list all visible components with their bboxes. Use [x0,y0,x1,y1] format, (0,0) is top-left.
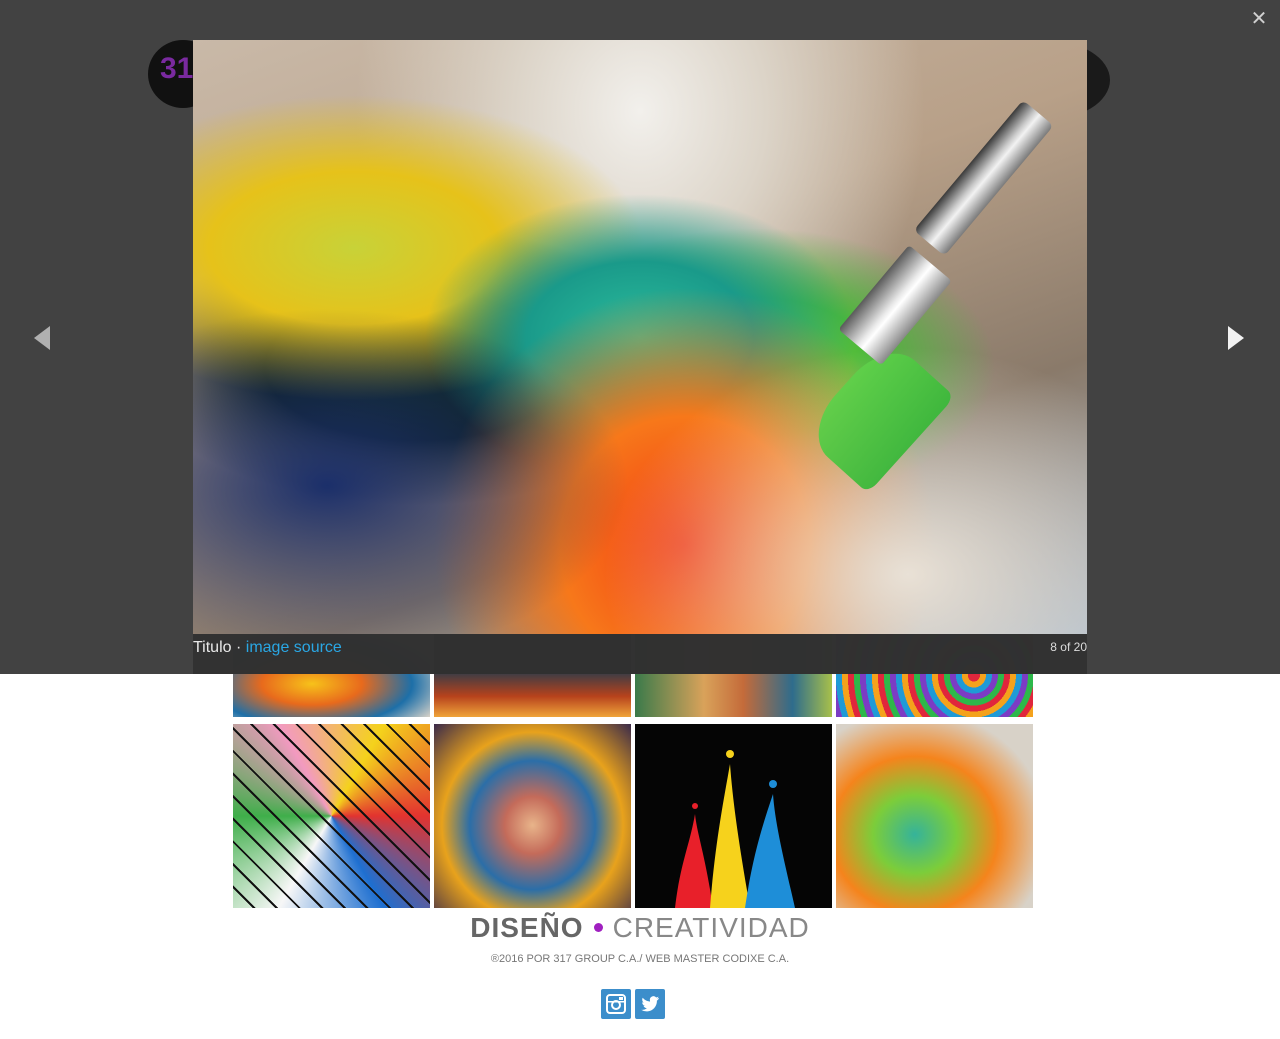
paint-splash-image [675,750,795,908]
brush-handle [913,100,1054,256]
close-icon: ✕ [1250,8,1268,30]
lightbox-image [193,40,1087,634]
lightbox-caption-bar: Titulo · image source 8 of 20 [193,634,1087,674]
copyright-text: ®2016 POR 317 GROUP C.A./ WEB MASTER COD… [490,953,790,965]
image-counter: 8 of 20 [1050,640,1087,654]
page: DISEÑO CREATIVIDAD ®2016 POR 317 GROUP C.… [0,0,1280,1039]
gallery-thumbnail[interactable] [434,724,631,908]
footer-title-light: CREATIVIDAD [612,912,810,943]
next-button[interactable] [1224,318,1254,358]
caption: Titulo · image source [193,639,342,657]
image-source-link[interactable]: image source [246,639,342,656]
caption-title: Titulo [193,639,232,656]
close-button[interactable]: ✕ [1248,8,1270,30]
gallery-thumbnail[interactable] [233,724,430,908]
instagram-icon [606,994,626,1014]
footer-dot [593,923,603,933]
footer-title: DISEÑO CREATIVIDAD [0,912,1280,944]
social-links [601,989,665,1019]
instagram-button[interactable] [601,989,631,1019]
lightbox-overlay[interactable]: 317 Titulo · image source 8 of 20 ✕ [0,0,1280,674]
brush-ferrule [838,245,952,366]
right-triangle-icon [1228,326,1244,350]
left-triangle-icon [34,326,50,350]
caption-separator: · [235,639,242,656]
footer-title-bold: DISEÑO [470,912,584,943]
previous-button[interactable] [30,318,60,358]
gallery-thumbnail[interactable] [836,724,1033,908]
twitter-button[interactable] [635,989,665,1019]
twitter-icon [641,996,659,1012]
gallery-thumbnail[interactable] [635,724,832,908]
